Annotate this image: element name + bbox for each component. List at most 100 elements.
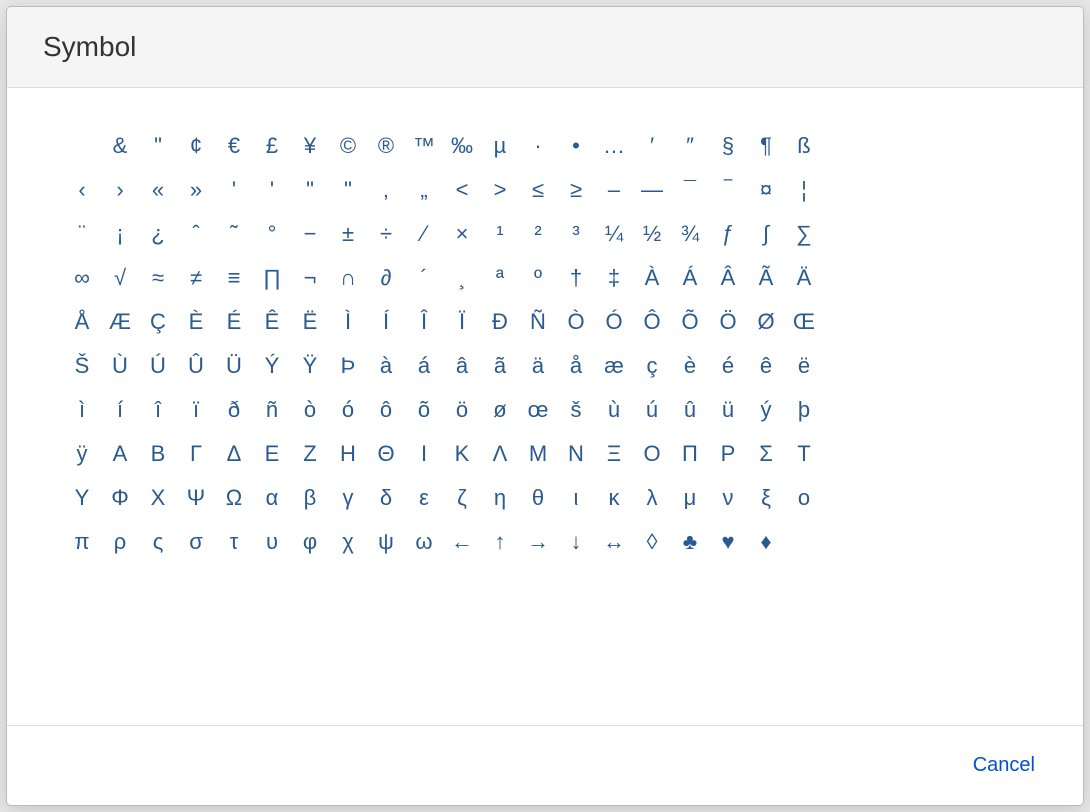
symbol-cell[interactable]: ↓ xyxy=(557,520,595,564)
symbol-cell[interactable]: ψ xyxy=(367,520,405,564)
symbol-cell[interactable]: ∏ xyxy=(253,256,291,300)
symbol-cell[interactable]: υ xyxy=(253,520,291,564)
symbol-cell[interactable]: µ xyxy=(481,124,519,168)
symbol-cell[interactable]: å xyxy=(557,344,595,388)
symbol-cell[interactable]: à xyxy=(367,344,405,388)
symbol-cell[interactable]: Β xyxy=(139,432,177,476)
symbol-cell[interactable]: © xyxy=(329,124,367,168)
symbol-cell[interactable]: ‚ xyxy=(367,168,405,212)
symbol-cell[interactable]: § xyxy=(709,124,747,168)
symbol-cell[interactable]: ≠ xyxy=(177,256,215,300)
symbol-cell[interactable]: Ò xyxy=(557,300,595,344)
symbol-cell[interactable]: Ï xyxy=(443,300,481,344)
symbol-cell[interactable]: ï xyxy=(177,388,215,432)
symbol-cell[interactable]: ‾ xyxy=(709,168,747,212)
symbol-cell[interactable]: Ã xyxy=(747,256,785,300)
symbol-cell[interactable]: â xyxy=(443,344,481,388)
symbol-cell[interactable]: α xyxy=(253,476,291,520)
symbol-cell[interactable]: Ο xyxy=(633,432,671,476)
symbol-cell[interactable]: è xyxy=(671,344,709,388)
symbol-cell[interactable]: ù xyxy=(595,388,633,432)
symbol-cell[interactable]: · xyxy=(519,124,557,168)
symbol-cell[interactable]: õ xyxy=(405,388,443,432)
symbol-cell[interactable]: í xyxy=(101,388,139,432)
symbol-cell[interactable]: Γ xyxy=(177,432,215,476)
symbol-cell[interactable]: ý xyxy=(747,388,785,432)
symbol-cell[interactable]: × xyxy=(443,212,481,256)
symbol-cell[interactable]: Ú xyxy=(139,344,177,388)
symbol-cell[interactable]: ´ xyxy=(405,256,443,300)
symbol-cell[interactable]: Œ xyxy=(785,300,823,344)
symbol-cell[interactable]: È xyxy=(177,300,215,344)
symbol-cell[interactable]: ε xyxy=(405,476,443,520)
symbol-cell[interactable]: ◊ xyxy=(633,520,671,564)
symbol-cell[interactable]: ± xyxy=(329,212,367,256)
symbol-cell[interactable]: Ì xyxy=(329,300,367,344)
symbol-cell[interactable]: μ xyxy=(671,476,709,520)
symbol-cell[interactable]: … xyxy=(595,124,633,168)
symbol-cell[interactable]: φ xyxy=(291,520,329,564)
symbol-cell[interactable]: ≡ xyxy=(215,256,253,300)
symbol-cell[interactable]: ∞ xyxy=(63,256,101,300)
symbol-cell[interactable]: ‹ xyxy=(63,168,101,212)
symbol-cell[interactable]: Þ xyxy=(329,344,367,388)
symbol-cell[interactable]: ª xyxy=(481,256,519,300)
symbol-cell[interactable]: π xyxy=(63,520,101,564)
symbol-cell[interactable]: ¹ xyxy=(481,212,519,256)
symbol-cell[interactable]: ↔ xyxy=(595,520,633,564)
symbol-cell[interactable]: Ü xyxy=(215,344,253,388)
symbol-cell[interactable]: ' xyxy=(253,168,291,212)
symbol-cell[interactable]: « xyxy=(139,168,177,212)
symbol-cell[interactable]: † xyxy=(557,256,595,300)
symbol-cell[interactable]: ò xyxy=(291,388,329,432)
symbol-cell[interactable]: η xyxy=(481,476,519,520)
symbol-cell[interactable]: ¡ xyxy=(101,212,139,256)
symbol-cell[interactable]: ó xyxy=(329,388,367,432)
symbol-cell[interactable]: Ê xyxy=(253,300,291,344)
symbol-cell[interactable]: Η xyxy=(329,432,367,476)
symbol-cell[interactable]: & xyxy=(101,124,139,168)
symbol-cell[interactable]: ð xyxy=(215,388,253,432)
symbol-cell[interactable]: Ν xyxy=(557,432,595,476)
symbol-cell[interactable]: Ö xyxy=(709,300,747,344)
symbol-cell[interactable]: ↑ xyxy=(481,520,519,564)
symbol-cell[interactable]: Ρ xyxy=(709,432,747,476)
symbol-cell[interactable]: ″ xyxy=(671,124,709,168)
symbol-cell[interactable]: Ι xyxy=(405,432,443,476)
symbol-cell[interactable]: Ä xyxy=(785,256,823,300)
symbol-cell[interactable]: ω xyxy=(405,520,443,564)
symbol-cell[interactable]: š xyxy=(557,388,595,432)
symbol-cell[interactable]: á xyxy=(405,344,443,388)
symbol-cell[interactable]: î xyxy=(139,388,177,432)
cancel-button[interactable]: Cancel xyxy=(961,746,1047,785)
symbol-cell[interactable]: Á xyxy=(671,256,709,300)
symbol-cell[interactable]: ¸ xyxy=(443,256,481,300)
symbol-cell[interactable]: τ xyxy=(215,520,253,564)
symbol-cell[interactable]: ú xyxy=(633,388,671,432)
symbol-cell[interactable]: Ç xyxy=(139,300,177,344)
symbol-cell[interactable]: ² xyxy=(519,212,557,256)
symbol-cell[interactable]: ê xyxy=(747,344,785,388)
symbol-cell[interactable]: Ý xyxy=(253,344,291,388)
symbol-cell[interactable]: ¤ xyxy=(747,168,785,212)
symbol-cell[interactable]: „ xyxy=(405,168,443,212)
symbol-cell[interactable]: ι xyxy=(557,476,595,520)
symbol-cell[interactable]: ä xyxy=(519,344,557,388)
symbol-cell[interactable]: ¨ xyxy=(63,212,101,256)
symbol-cell[interactable]: É xyxy=(215,300,253,344)
symbol-cell[interactable]: ‰ xyxy=(443,124,481,168)
symbol-cell[interactable]: ¢ xyxy=(177,124,215,168)
symbol-cell[interactable]: β xyxy=(291,476,329,520)
symbol-cell[interactable]: ô xyxy=(367,388,405,432)
symbol-cell[interactable]: ö xyxy=(443,388,481,432)
symbol-cell[interactable]: — xyxy=(633,168,671,212)
symbol-cell[interactable]: Š xyxy=(63,344,101,388)
symbol-cell[interactable]: ˜ xyxy=(215,212,253,256)
symbol-cell[interactable]: ë xyxy=(785,344,823,388)
symbol-cell[interactable]: ⁄ xyxy=(405,212,443,256)
symbol-cell[interactable]: ü xyxy=(709,388,747,432)
symbol-cell[interactable]: þ xyxy=(785,388,823,432)
symbol-cell[interactable]: ← xyxy=(443,520,481,564)
symbol-cell[interactable]: Ø xyxy=(747,300,785,344)
symbol-cell[interactable]: Φ xyxy=(101,476,139,520)
